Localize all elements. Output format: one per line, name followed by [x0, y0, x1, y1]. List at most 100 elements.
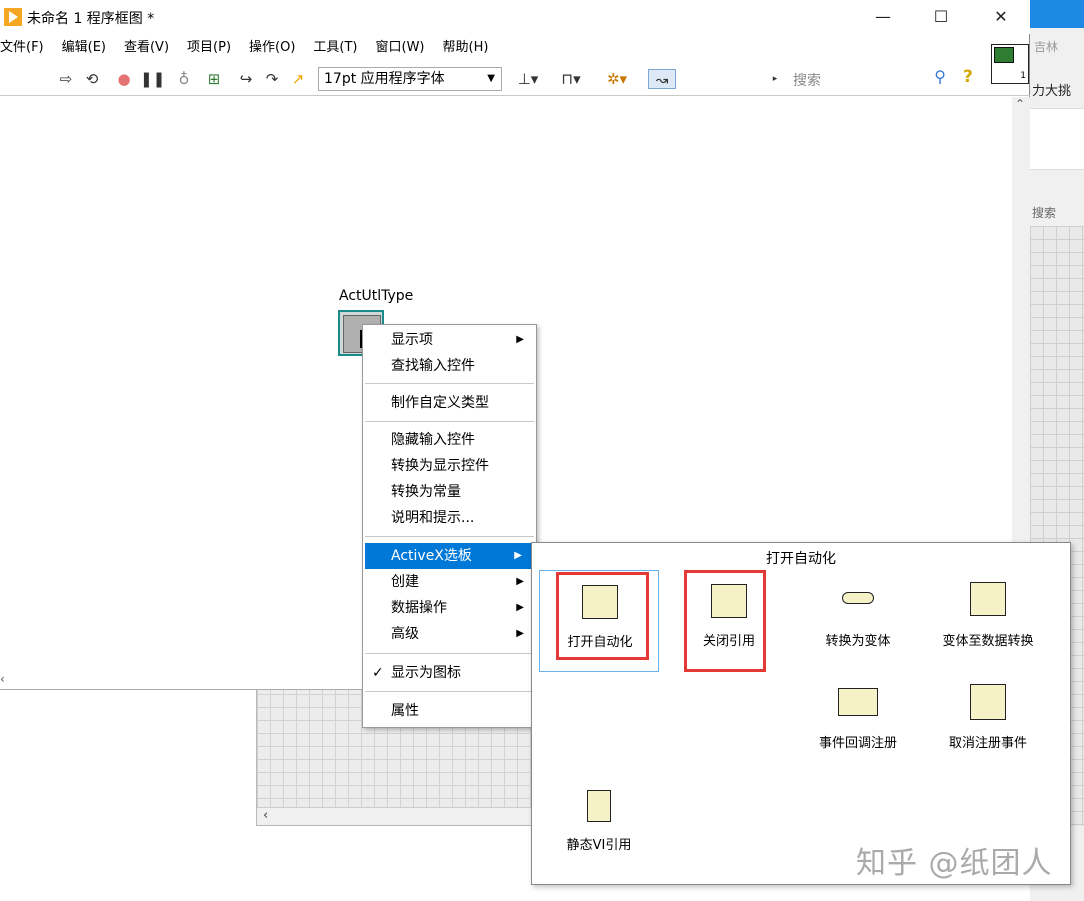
submenu-arrow-icon: ▶ [516, 602, 524, 613]
background-text-1: 吉林 [1034, 40, 1059, 54]
vi-icon-graphic [994, 47, 1014, 63]
vi-icon[interactable]: 1 [991, 44, 1029, 84]
retain-wire-values-icon[interactable]: ⊞ [204, 69, 224, 89]
cleanup-diagram-icon[interactable]: ↝ [648, 69, 676, 89]
ctx-separator [365, 421, 534, 422]
background-titlebar [1030, 0, 1084, 28]
annotation-box-close-reference [684, 570, 766, 672]
ctx-separator [365, 536, 534, 537]
horizontal-scrollbar[interactable]: ‹ [0, 672, 256, 688]
ctx-separator [365, 653, 534, 654]
palette-item-label: 变体至数据转换 [942, 634, 1034, 649]
align-objects-icon[interactable]: ⊥▾ [514, 69, 542, 89]
palette-item-variant-to-data[interactable]: 变体至数据转换 [928, 570, 1048, 660]
font-select[interactable]: 17pt 应用程序字体 ▼ [318, 67, 502, 91]
vi-icon-number: 1 [1020, 71, 1026, 81]
ctx-visible-items-label: 显示项 [391, 332, 433, 348]
menu-view[interactable]: 查看(V) [115, 36, 178, 60]
font-select-value: 17pt 应用程序字体 [324, 71, 445, 87]
reorder-icon[interactable]: ✲▾ [602, 69, 632, 89]
ctx-data-operations-label: 数据操作 [391, 600, 447, 616]
background-search-text: 搜索 [1032, 206, 1057, 220]
palette-item-label: 转换为变体 [825, 634, 891, 649]
ctx-properties[interactable]: 属性 [363, 698, 536, 724]
step-out-icon[interactable]: ↗ [288, 69, 308, 89]
unregister-events-icon [970, 684, 1006, 720]
submenu-arrow-icon: ▶ [516, 628, 524, 639]
labview-app-icon [4, 8, 22, 26]
maximize-button[interactable]: ☐ [918, 2, 964, 32]
ctx-advanced-label: 高级 [391, 626, 419, 642]
toolbar: ⇨ ⟲ ● ❚❚ ♁ ⊞ ↪ ↷ ↗ 17pt 应用程序字体 ▼ ⊥▾ ⊓▾ ✲… [0, 62, 1030, 96]
ctx-advanced[interactable]: 高级 ▶ [363, 621, 536, 647]
submenu-arrow-icon: ▶ [514, 550, 522, 561]
help-icon[interactable]: ? [963, 67, 973, 87]
menu-help[interactable]: 帮助(H) [434, 36, 498, 60]
run-arrow-icon[interactable]: ⇨ [56, 69, 76, 89]
highlight-execution-icon[interactable]: ♁ [174, 69, 194, 89]
submenu-arrow-icon: ▶ [516, 576, 524, 587]
palette-item-register-event-callback[interactable]: 事件回调注册 [798, 680, 918, 770]
scroll-left-icon[interactable]: ‹ [0, 672, 5, 686]
ctx-visible-items[interactable]: 显示项 ▶ [363, 327, 536, 353]
palette-item-label: 取消注册事件 [948, 736, 1027, 751]
background-text-2: 力大挑 [1032, 84, 1072, 99]
menu-bar: 文件(F) 编辑(E) 查看(V) 项目(P) 操作(O) 工具(T) 窗口(W… [0, 36, 497, 60]
search-input[interactable]: 搜索 ⚲ [788, 67, 952, 91]
scroll-up-arrow-icon[interactable]: ⌃ [1015, 97, 1025, 111]
step-over-icon[interactable]: ↷ [262, 69, 282, 89]
ctx-separator [365, 691, 534, 692]
ctx-view-as-icon-label: 显示为图标 [391, 665, 461, 681]
distribute-objects-icon[interactable]: ⊓▾ [556, 69, 586, 89]
node-label: ActUtlType [339, 288, 414, 304]
register-event-callback-icon [838, 688, 878, 716]
ctx-description-tip[interactable]: 说明和提示... [363, 505, 536, 531]
minimize-button[interactable]: — [860, 2, 906, 32]
to-variant-icon [842, 592, 874, 604]
annotation-box-open-automation [556, 572, 649, 660]
ctx-activex-palette[interactable]: ActiveX选板 ▶ [365, 543, 534, 569]
submenu-arrow-icon: ▶ [516, 334, 524, 345]
menu-operate[interactable]: 操作(O) [240, 36, 304, 60]
variant-to-data-icon [970, 582, 1006, 616]
ctx-find-control[interactable]: 查找输入控件 [363, 353, 536, 379]
ctx-hide-control[interactable]: 隐藏输入控件 [363, 427, 536, 453]
palette-item-to-variant[interactable]: 转换为变体 [798, 570, 918, 660]
watermark: 知乎 @纸团人 [856, 846, 1053, 881]
search-placeholder: 搜索 [793, 73, 821, 89]
context-menu: 显示项 ▶ 查找输入控件 制作自定义类型 隐藏输入控件 转换为显示控件 转换为常量… [362, 324, 537, 728]
ctx-create[interactable]: 创建 ▶ [363, 569, 536, 595]
background-panel [1030, 108, 1084, 170]
palette-item-static-vi-reference[interactable]: 静态VI引用 [539, 780, 659, 870]
ctx-separator [365, 383, 534, 384]
search-expand-icon[interactable]: ▸ [770, 69, 780, 89]
title-bar[interactable]: 未命名 1 程序框图 * — ☐ ✕ [0, 0, 1030, 34]
menu-file[interactable]: 文件(F) [0, 36, 53, 60]
ctx-view-as-icon[interactable]: ✓ 显示为图标 [363, 660, 536, 686]
scroll-left-arrow-icon[interactable]: ‹ [263, 808, 268, 823]
palette-item-label: 事件回调注册 [818, 736, 897, 751]
pause-icon[interactable]: ❚❚ [140, 69, 165, 89]
ctx-make-typedef[interactable]: 制作自定义类型 [363, 390, 536, 416]
checkmark-icon: ✓ [372, 665, 384, 681]
ctx-create-label: 创建 [391, 574, 419, 590]
ctx-activex-palette-label: ActiveX选板 [391, 548, 472, 564]
ctx-change-to-constant[interactable]: 转换为常量 [363, 479, 536, 505]
palette-item-label: 静态VI引用 [566, 838, 632, 853]
chevron-down-icon: ▼ [487, 73, 495, 84]
ctx-change-to-indicator[interactable]: 转换为显示控件 [363, 453, 536, 479]
palette-item-unregister-events[interactable]: 取消注册事件 [928, 680, 1048, 770]
menu-project[interactable]: 项目(P) [178, 36, 240, 60]
palette-title: 打开自动化 [766, 551, 836, 567]
menu-edit[interactable]: 编辑(E) [53, 36, 115, 60]
run-continuously-icon[interactable]: ⟲ [82, 69, 102, 89]
static-vi-reference-icon [587, 790, 611, 822]
abort-icon[interactable]: ● [114, 69, 134, 89]
menu-tools[interactable]: 工具(T) [304, 36, 366, 60]
close-button[interactable]: ✕ [978, 2, 1024, 32]
step-into-icon[interactable]: ↪ [236, 69, 256, 89]
window-title: 未命名 1 程序框图 * [27, 11, 155, 27]
search-icon[interactable]: ⚲ [934, 67, 946, 86]
menu-window[interactable]: 窗口(W) [367, 36, 434, 60]
ctx-data-operations[interactable]: 数据操作 ▶ [363, 595, 536, 621]
